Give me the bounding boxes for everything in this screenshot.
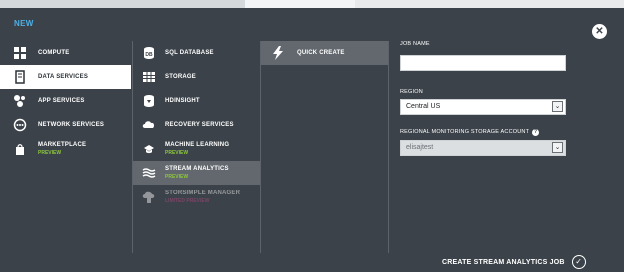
quick-create-label: QUICK CREATE	[297, 50, 345, 56]
service-machine-learning[interactable]: MACHINE LEARNING PREVIEW	[133, 137, 260, 161]
chevron-down-icon: ⌄	[552, 101, 563, 112]
storage-account-label-row: REGIONAL MONITORING STORAGE ACCOUNT ?	[400, 128, 570, 136]
preview-badge: PREVIEW	[165, 174, 189, 180]
new-dialog: NEW ✕ COMPUTE DATA SERVICES APP SERVICES	[0, 8, 624, 272]
region-select[interactable]: Central US ⌄	[400, 98, 566, 115]
category-label: DATA SERVICES	[38, 74, 89, 80]
compute-icon	[12, 45, 28, 61]
region-label: REGION	[400, 88, 423, 95]
service-label: STREAM ANALYTICS	[165, 166, 229, 172]
category-label: MARKETPLACE	[38, 142, 87, 148]
quick-create-form: JOB NAME REGION Central US ⌄ REGIONAL MO…	[400, 41, 570, 156]
storage-account-select[interactable]: elisajtest ⌄	[400, 139, 566, 156]
service-list: DB SQL DATABASE STORAGE HDINSIGHT RECOVE…	[133, 41, 260, 209]
service-sql-database[interactable]: DB SQL DATABASE	[133, 41, 260, 65]
help-icon[interactable]: ?	[532, 128, 540, 136]
create-job-label: CREATE STREAM ANALYTICS JOB	[442, 258, 565, 266]
service-label: HDINSIGHT	[165, 98, 200, 104]
close-icon: ✕	[595, 25, 604, 37]
service-storsimple-manager[interactable]: STORSIMPLE MANAGER LIMITED PREVIEW	[133, 185, 260, 209]
job-name-label: JOB NAME	[400, 41, 430, 47]
stream-analytics-icon	[141, 165, 157, 181]
machine-learning-icon	[141, 141, 157, 157]
category-network-services[interactable]: NETWORK SERVICES	[0, 113, 131, 137]
storage-icon	[141, 69, 157, 85]
category-list: COMPUTE DATA SERVICES APP SERVICES NETWO…	[0, 41, 131, 161]
hdinsight-icon	[141, 93, 157, 109]
storage-account-label: REGIONAL MONITORING STORAGE ACCOUNT	[400, 129, 530, 135]
storage-account-value: elisajtest	[406, 144, 434, 151]
quick-create-option[interactable]: QUICK CREATE	[261, 41, 388, 65]
job-name-input[interactable]	[400, 54, 566, 71]
top-strip-segment	[245, 0, 355, 8]
category-label: NETWORK SERVICES	[38, 122, 105, 128]
preview-badge: PREVIEW	[165, 150, 189, 156]
checkmark-icon[interactable]: ✓	[571, 255, 586, 269]
app-services-icon	[12, 93, 28, 109]
service-label: SQL DATABASE	[165, 50, 214, 56]
dialog-title: NEW	[14, 19, 34, 28]
service-label: MACHINE LEARNING	[165, 142, 230, 148]
data-services-icon	[12, 69, 28, 85]
svg-text:DB: DB	[145, 52, 153, 58]
service-recovery-services[interactable]: RECOVERY SERVICES	[133, 113, 260, 137]
marketplace-icon	[12, 141, 28, 157]
category-marketplace[interactable]: MARKETPLACE PREVIEW	[0, 137, 131, 161]
limited-preview-badge: LIMITED PREVIEW	[165, 198, 210, 204]
network-services-icon	[12, 117, 28, 133]
close-button[interactable]: ✕	[592, 24, 607, 39]
category-compute[interactable]: COMPUTE	[0, 41, 131, 65]
service-label: STORAGE	[165, 74, 196, 80]
service-storage[interactable]: STORAGE	[133, 65, 260, 89]
storsimple-icon	[141, 189, 157, 205]
top-strip-segment	[0, 0, 245, 8]
chevron-down-icon: ⌄	[552, 142, 563, 153]
service-label: STORSIMPLE MANAGER	[165, 190, 241, 196]
category-label: COMPUTE	[38, 50, 70, 56]
category-app-services[interactable]: APP SERVICES	[0, 89, 131, 113]
region-value: Central US	[406, 103, 441, 110]
category-data-services[interactable]: DATA SERVICES	[0, 65, 131, 89]
column-divider	[260, 41, 261, 253]
column-divider	[388, 41, 389, 253]
service-label: RECOVERY SERVICES	[165, 122, 234, 128]
create-job-action[interactable]: CREATE STREAM ANALYTICS JOB ✓	[442, 255, 586, 269]
lightning-icon	[271, 46, 285, 60]
top-strip	[0, 0, 624, 8]
sql-database-icon: DB	[141, 45, 157, 61]
category-label: APP SERVICES	[38, 98, 85, 104]
preview-badge: PREVIEW	[38, 150, 62, 156]
service-hdinsight[interactable]: HDINSIGHT	[133, 89, 260, 113]
service-stream-analytics[interactable]: STREAM ANALYTICS PREVIEW	[133, 161, 260, 185]
recovery-services-icon	[141, 117, 157, 133]
